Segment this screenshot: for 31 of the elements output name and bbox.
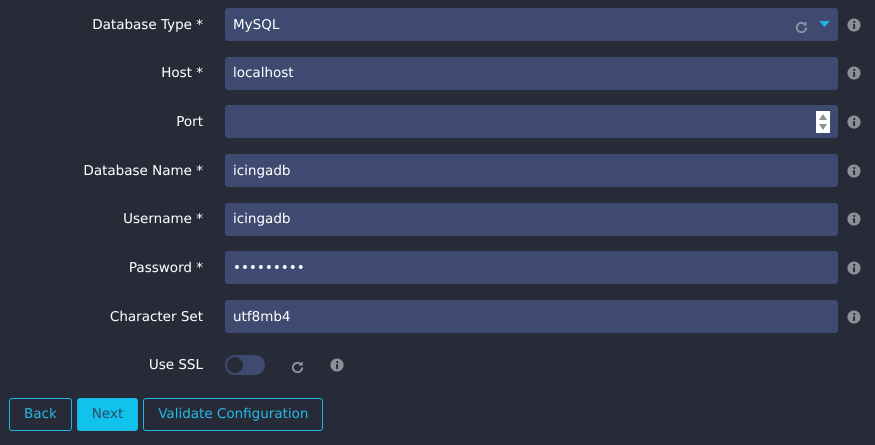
info-icon[interactable] bbox=[847, 260, 861, 275]
info-icon[interactable] bbox=[847, 310, 861, 324]
field-label: Password * bbox=[128, 260, 203, 276]
info-icon[interactable] bbox=[330, 358, 344, 372]
info-icon[interactable] bbox=[847, 18, 861, 32]
info-icon[interactable] bbox=[847, 66, 861, 80]
input-field[interactable]: icingadb bbox=[225, 202, 838, 236]
field-label: Port bbox=[175, 114, 203, 130]
reset-icon[interactable] bbox=[794, 20, 809, 35]
field-label: Character Set bbox=[108, 308, 203, 325]
field-label: Host * bbox=[160, 65, 203, 82]
spinner-icon[interactable] bbox=[816, 110, 830, 133]
button[interactable]: Validate Configuration bbox=[143, 398, 324, 430]
field-label: Username * bbox=[122, 211, 203, 228]
info-icon[interactable] bbox=[847, 212, 861, 226]
button[interactable]: Next bbox=[76, 398, 138, 430]
field-label: Use SSL bbox=[148, 357, 203, 374]
reset-icon[interactable] bbox=[290, 360, 305, 375]
input-field[interactable] bbox=[225, 105, 838, 138]
input-field[interactable]: localhost bbox=[225, 56, 838, 90]
input-field[interactable]: ••••••••• bbox=[225, 251, 838, 284]
select-field[interactable]: MySQL bbox=[225, 8, 838, 41]
input-field[interactable]: icingadb bbox=[225, 154, 838, 188]
button[interactable]: Back bbox=[9, 398, 72, 430]
toggle-switch[interactable] bbox=[225, 355, 265, 376]
field-label: Database Name * bbox=[82, 162, 203, 179]
info-icon[interactable] bbox=[847, 114, 861, 129]
input-field[interactable]: utf8mb4 bbox=[225, 300, 838, 334]
field-label: Database Type * bbox=[91, 16, 203, 32]
info-icon[interactable] bbox=[847, 164, 861, 178]
caret-icon[interactable] bbox=[819, 21, 830, 28]
